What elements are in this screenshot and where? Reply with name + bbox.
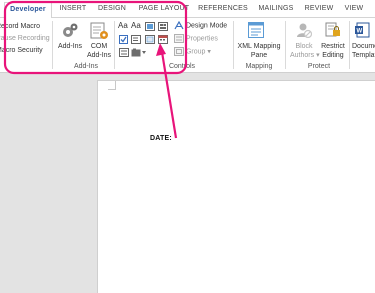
date-picker-control-icon[interactable] <box>158 35 168 44</box>
add-ins-button[interactable]: Add-Ins <box>55 42 85 51</box>
combo-box-control-icon[interactable] <box>131 35 141 44</box>
xml-mapping-line1: XML Mapping <box>237 43 281 50</box>
design-mode-icon <box>174 20 184 30</box>
block-authors-line2: Authors ▾ <box>290 52 320 59</box>
group-icon <box>174 47 184 56</box>
group-label: Group <box>185 48 206 56</box>
design-mode-button[interactable]: Design Mode <box>174 20 228 31</box>
puzzle-gear-icon[interactable] <box>61 22 79 40</box>
chevron-down-icon: ▾ <box>207 48 211 56</box>
controls-group-label: Controls <box>168 63 196 70</box>
properties-icon <box>174 34 184 43</box>
document-template-icon[interactable]: W <box>355 22 371 38</box>
tab-insert[interactable]: INSERT <box>56 2 90 18</box>
protect-group-label: Protect <box>307 63 331 70</box>
document-template-line1: Document <box>352 43 375 50</box>
group-separator <box>349 21 350 69</box>
record-macro-button[interactable]: Record Macro <box>0 22 40 32</box>
restrict-editing-button[interactable]: Restrict Editing <box>318 42 348 60</box>
repeating-section-control-icon[interactable] <box>119 48 129 57</box>
building-block-control-icon[interactable] <box>158 22 168 31</box>
drop-down-list-control-icon[interactable] <box>145 35 155 44</box>
tab-mailings[interactable]: MAILINGS <box>254 2 298 18</box>
tab-references[interactable]: REFERENCES <box>196 2 250 18</box>
ribbon-tab-bar: Developer INSERT DESIGN PAGE LAYOUT REFE… <box>0 0 375 19</box>
com-add-ins-button[interactable]: COM Add-Ins <box>84 42 114 60</box>
restrict-editing-line2: Editing <box>322 52 344 59</box>
group-button[interactable]: Group ▾ <box>174 47 211 57</box>
group-separator <box>285 21 286 69</box>
tab-developer[interactable]: Developer <box>4 2 52 19</box>
tab-review[interactable]: REVIEW <box>302 2 336 18</box>
plain-text-content-control[interactable]: Aa <box>131 21 141 31</box>
properties-label: Properties <box>185 35 218 43</box>
block-authors-button[interactable]: Block Authors ▾ <box>290 42 320 60</box>
xml-mapping-pane-icon[interactable] <box>248 22 264 38</box>
properties-button[interactable]: Properties <box>174 34 218 44</box>
tab-view[interactable]: VIEW <box>340 2 368 18</box>
com-add-ins-icon[interactable] <box>89 22 109 40</box>
restrict-editing-line1: Restrict <box>321 43 345 50</box>
pause-recording-button[interactable]: Pause Recording <box>0 34 50 44</box>
document-template-button[interactable]: Document Template <box>352 42 375 60</box>
tab-page-layout[interactable]: PAGE LAYOUT <box>136 2 192 18</box>
rich-text-content-control[interactable]: Aa <box>118 21 128 31</box>
xml-mapping-line2: Pane <box>250 52 268 59</box>
com-add-ins-line1: COM <box>90 43 108 50</box>
document-template-line2: Template <box>352 52 375 59</box>
checkbox-control-icon[interactable] <box>119 35 128 44</box>
document-page[interactable] <box>97 80 375 293</box>
ribbon: Record Macro Pause Recording Macro Secur… <box>0 18 375 73</box>
picture-control-icon[interactable] <box>145 22 155 31</box>
macro-security-button[interactable]: Macro Security <box>0 46 43 56</box>
xml-mapping-pane-button[interactable]: XML Mapping Pane <box>234 42 284 60</box>
group-separator <box>52 21 53 69</box>
block-authors-line1: Block <box>295 43 313 50</box>
svg-text:W: W <box>357 29 363 35</box>
design-mode-label: Design Mode <box>185 22 228 30</box>
restrict-editing-icon[interactable] <box>325 22 341 38</box>
com-add-ins-line2: Add-Ins <box>86 52 112 59</box>
legacy-tools-icon[interactable] <box>131 48 147 57</box>
margin-corner-mark <box>108 89 116 90</box>
group-separator <box>114 21 115 69</box>
add-ins-group-label: Add-Ins <box>73 63 99 70</box>
date-label: DATE: <box>150 135 172 142</box>
margin-corner-mark <box>115 81 116 89</box>
block-authors-icon[interactable] <box>296 22 312 38</box>
mapping-group-label: Mapping <box>245 63 273 70</box>
tab-design[interactable]: DESIGN <box>94 2 130 18</box>
